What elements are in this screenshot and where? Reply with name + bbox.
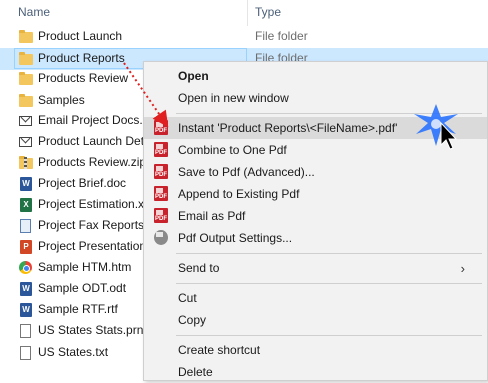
name-column-header[interactable]: Name <box>18 5 50 19</box>
menu-item-combine-pdf[interactable]: PDF Combine to One Pdf <box>144 139 487 161</box>
menu-item-label: Pdf Output Settings... <box>178 231 293 245</box>
folder-icon <box>18 29 34 45</box>
file-name: US States Stats.prn <box>38 323 144 337</box>
pdf-append-icon: PDF <box>154 186 168 201</box>
context-menu: Open Open in new window PDF Instant 'Pro… <box>143 61 488 381</box>
file-name: US States.txt <box>38 345 109 359</box>
file-name: Project Brief.doc <box>38 176 127 190</box>
file-name: Product Launch Details.msg <box>38 134 146 148</box>
type-column-header[interactable]: Type <box>255 5 281 19</box>
file-name: Project Estimation.xlsx <box>38 197 146 211</box>
file-row[interactable]: Product Launch File folder <box>0 26 488 48</box>
menu-item-email-pdf[interactable]: PDF Email as Pdf <box>144 205 487 227</box>
word-document-icon: W <box>18 281 34 297</box>
menu-item-open[interactable]: Open <box>144 65 487 87</box>
powerpoint-icon: P <box>18 239 34 255</box>
menu-item-label: Send to <box>178 261 220 275</box>
settings-gear-icon <box>154 230 168 245</box>
menu-item-label: Append to Existing Pdf <box>178 187 300 201</box>
file-name: Samples <box>38 93 85 107</box>
menu-item-cut[interactable]: Cut <box>144 287 487 309</box>
menu-item-open-new-window[interactable]: Open in new window <box>144 87 487 109</box>
file-name: Project Presentation.pptx <box>38 239 146 253</box>
menu-item-instant-pdf[interactable]: PDF Instant 'Product Reports\<FileName>.… <box>144 117 487 139</box>
menu-item-label: Combine to One Pdf <box>178 143 287 157</box>
pdf-save-icon: PDF <box>154 164 168 179</box>
file-name: Product Launch <box>38 29 123 43</box>
menu-separator <box>176 113 482 114</box>
file-name: Sample HTM.htm <box>38 260 132 274</box>
folder-icon <box>18 71 34 87</box>
folder-icon <box>18 51 34 67</box>
pdf-icon: PDF <box>154 120 168 135</box>
image-file-icon <box>18 218 34 234</box>
menu-separator <box>176 283 482 284</box>
menu-item-label: Open <box>178 69 209 83</box>
menu-item-delete[interactable]: Delete <box>144 361 487 383</box>
file-name: Project Fax Reports.tif <box>38 218 146 232</box>
menu-item-save-pdf-advanced[interactable]: PDF Save to Pdf (Advanced)... <box>144 161 487 183</box>
menu-item-send-to[interactable]: Send to › <box>144 257 487 279</box>
menu-item-label: Copy <box>178 313 207 327</box>
pdf-combine-icon: PDF <box>154 142 168 157</box>
menu-item-label: Save to Pdf (Advanced)... <box>178 165 315 179</box>
text-file-icon <box>18 345 34 361</box>
menu-item-label: Cut <box>178 291 197 305</box>
file-name: Product Reports <box>38 51 125 65</box>
email-message-icon <box>18 113 34 129</box>
menu-item-pdf-settings[interactable]: Pdf Output Settings... <box>144 227 487 249</box>
word-document-icon: W <box>18 302 34 318</box>
chevron-right-icon: › <box>460 261 465 276</box>
file-name: Sample RTF.rtf <box>38 302 118 316</box>
menu-separator <box>176 253 482 254</box>
chrome-web-page-icon <box>18 260 34 276</box>
menu-item-append-pdf[interactable]: PDF Append to Existing Pdf <box>144 183 487 205</box>
file-name: Products Review <box>38 71 129 85</box>
email-message-icon <box>18 134 34 150</box>
menu-item-label: Open in new window <box>178 91 289 105</box>
menu-separator <box>176 335 482 336</box>
word-document-icon: W <box>18 176 34 192</box>
column-header: Name Type <box>0 0 488 26</box>
menu-item-label: Delete <box>178 365 213 379</box>
zip-archive-icon <box>18 155 34 171</box>
excel-spreadsheet-icon: X <box>18 197 34 213</box>
menu-item-label: Instant 'Product Reports\<FileName>.pdf' <box>178 121 398 135</box>
menu-item-create-shortcut[interactable]: Create shortcut <box>144 339 487 361</box>
menu-item-label: Email as Pdf <box>178 209 246 223</box>
pdf-email-icon: PDF <box>154 208 168 223</box>
folder-icon <box>18 93 34 109</box>
file-type: File folder <box>255 29 308 43</box>
menu-item-label: Create shortcut <box>178 343 261 357</box>
menu-item-copy[interactable]: Copy <box>144 309 487 331</box>
text-file-icon <box>18 323 34 339</box>
column-divider[interactable] <box>247 0 248 26</box>
file-name: Products Review.zip <box>38 155 146 169</box>
file-name: Email Project Docs.msg <box>38 113 146 127</box>
file-name: Sample ODT.odt <box>38 281 127 295</box>
